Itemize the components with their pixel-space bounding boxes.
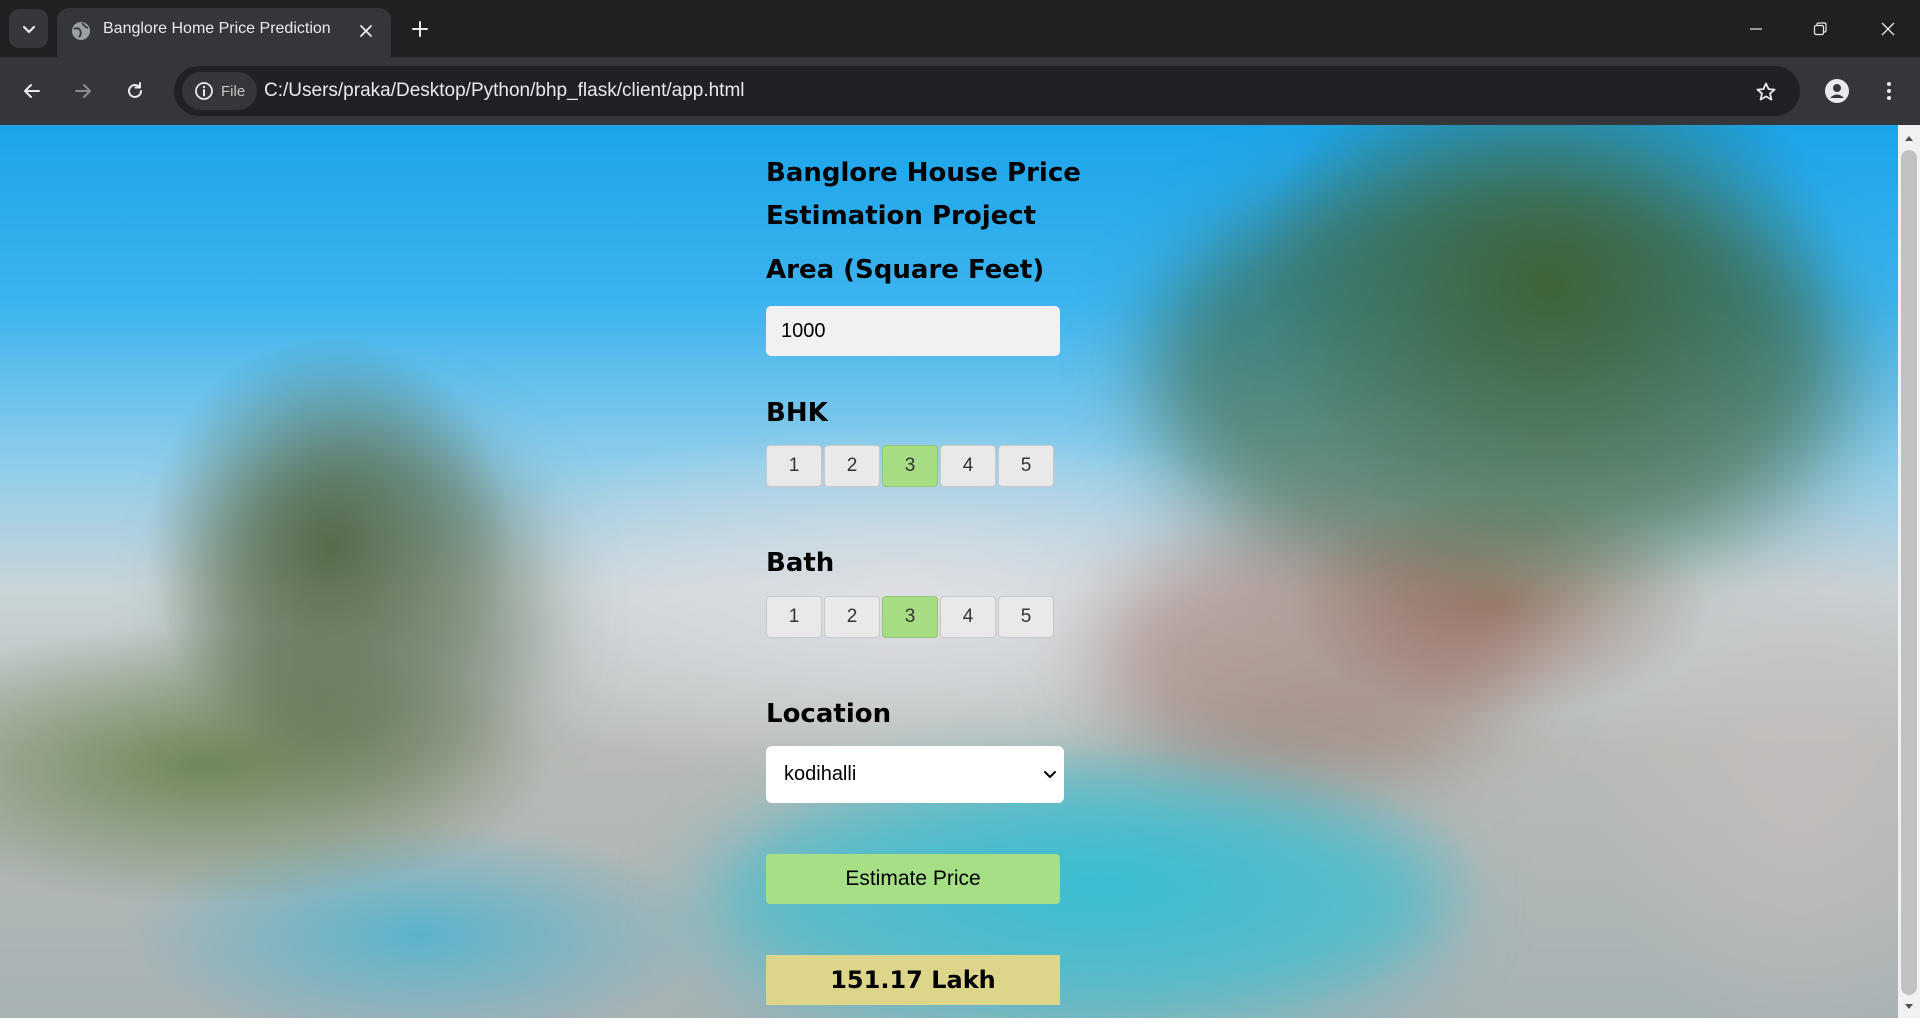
minimize-button[interactable]	[1724, 0, 1788, 57]
bhk-label: BHK	[766, 398, 828, 428]
forward-button[interactable]	[63, 71, 103, 111]
page-title: Banglore House Price Estimation Project	[766, 158, 1081, 231]
bookmark-button[interactable]	[1749, 75, 1783, 109]
bhk-option-5[interactable]: 5	[998, 445, 1054, 487]
location-label: Location	[766, 699, 892, 729]
browser-toolbar: File C:/Users/praka/Desktop/Python/bhp_f…	[0, 57, 1920, 125]
site-info-chip[interactable]: File	[182, 72, 257, 110]
back-button[interactable]	[12, 71, 52, 111]
close-window-button[interactable]	[1856, 0, 1920, 57]
address-bar[interactable]: File C:/Users/praka/Desktop/Python/bhp_f…	[174, 66, 1800, 116]
bhk-option-4[interactable]: 4	[940, 445, 996, 487]
restore-button[interactable]	[1788, 0, 1852, 57]
chevron-down-icon	[1044, 771, 1056, 778]
scrollbar-thumb[interactable]	[1901, 150, 1917, 995]
new-tab-button[interactable]	[403, 12, 437, 46]
bath-label: Bath	[766, 548, 835, 578]
plus-icon	[412, 21, 428, 37]
browser-tab[interactable]: Banglore Home Price Prediction	[57, 8, 391, 57]
close-window-icon	[1881, 22, 1895, 35]
kebab-menu-icon	[1887, 82, 1891, 100]
page-viewport: Banglore House Price Estimation Project …	[0, 125, 1898, 1018]
tab-strip: Banglore Home Price Prediction	[0, 0, 1920, 57]
window-bottom-edge	[0, 1018, 1920, 1032]
site-info-label: File	[221, 82, 246, 100]
url-text[interactable]: C:/Users/praka/Desktop/Python/bhp_flask/…	[264, 80, 745, 102]
bath-option-5[interactable]: 5	[998, 596, 1054, 638]
arrow-right-icon	[75, 84, 91, 98]
minimize-icon	[1750, 27, 1762, 30]
scroll-up-arrow-icon[interactable]	[1903, 133, 1915, 145]
background-house-blur	[1100, 525, 1520, 785]
chevron-down-icon	[22, 25, 35, 33]
bhk-option-1[interactable]: 1	[766, 445, 822, 487]
background-foliage-blur	[200, 425, 540, 785]
estimated-price-result: 151.17 Lakh	[766, 955, 1060, 1005]
close-icon	[360, 25, 372, 37]
bath-option-3[interactable]: 3	[882, 596, 938, 638]
star-icon	[1756, 82, 1776, 101]
area-label: Area (Square Feet)	[766, 255, 1045, 285]
bhk-options: 1 2 3 4 5	[766, 445, 1056, 487]
bath-option-2[interactable]: 2	[824, 596, 880, 638]
restore-icon	[1813, 21, 1827, 35]
arrow-left-icon	[24, 84, 40, 98]
estimate-price-button[interactable]: Estimate Price	[766, 854, 1060, 904]
globe-icon	[72, 22, 90, 40]
page-scrollbar[interactable]	[1898, 125, 1920, 1018]
reload-button[interactable]	[115, 71, 155, 111]
scroll-down-arrow-icon[interactable]	[1903, 1000, 1915, 1012]
profile-button[interactable]	[1817, 71, 1857, 111]
location-selected-value: kodihalli	[784, 763, 857, 785]
tab-title: Banglore Home Price Prediction	[103, 20, 331, 37]
browser-menu-button[interactable]	[1869, 71, 1909, 111]
reload-icon	[128, 82, 142, 98]
tab-close-button[interactable]	[353, 18, 379, 44]
info-icon	[195, 82, 213, 100]
bath-options: 1 2 3 4 5	[766, 596, 1056, 638]
background-tree-blur	[1150, 165, 1850, 585]
bath-option-4[interactable]: 4	[940, 596, 996, 638]
location-select[interactable]: kodihalli	[766, 746, 1064, 803]
person-icon	[1825, 79, 1849, 103]
tab-search-button[interactable]	[9, 9, 48, 48]
bhk-option-3[interactable]: 3	[882, 445, 938, 487]
bhk-option-2[interactable]: 2	[824, 445, 880, 487]
bath-option-1[interactable]: 1	[766, 596, 822, 638]
area-input[interactable]: 1000	[766, 306, 1060, 356]
